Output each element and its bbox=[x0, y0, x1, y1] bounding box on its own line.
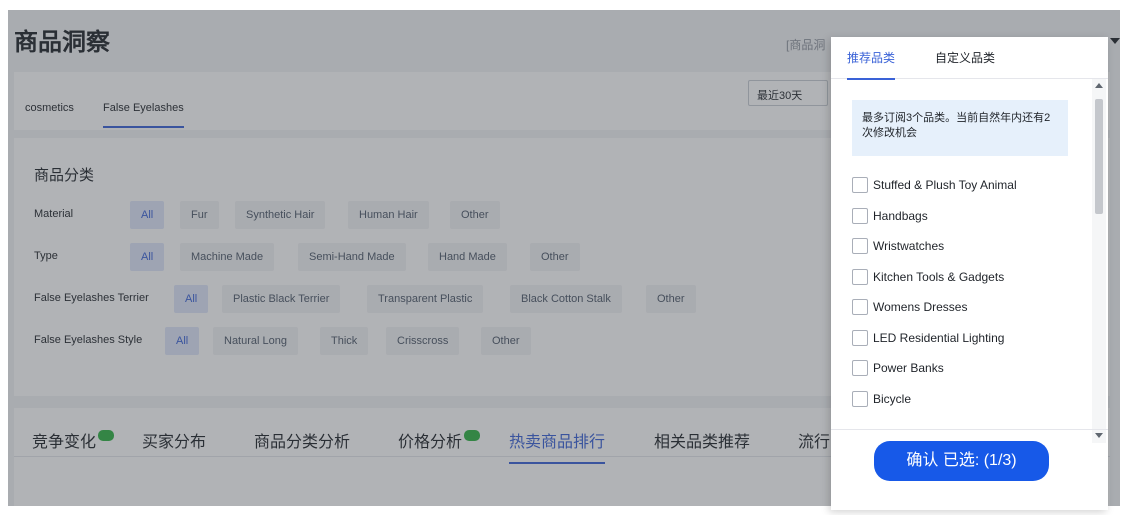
option-wristwatches[interactable]: Wristwatches bbox=[852, 238, 944, 256]
option-womens-dresses[interactable]: Womens Dresses bbox=[852, 299, 967, 317]
option-power-banks[interactable]: Power Banks bbox=[852, 360, 944, 378]
option-label: Kitchen Tools & Gadgets bbox=[873, 270, 1005, 284]
scroll-up-arrow-icon[interactable] bbox=[1095, 83, 1103, 88]
option-label: Wristwatches bbox=[873, 239, 945, 253]
option-label: LED Residential Lighting bbox=[873, 331, 1005, 345]
scroll-down-arrow-icon[interactable] bbox=[1095, 433, 1103, 438]
option-led-lighting[interactable]: LED Residential Lighting bbox=[852, 330, 1004, 348]
option-label: Handbags bbox=[873, 209, 928, 223]
checkbox[interactable] bbox=[852, 177, 868, 193]
option-bicycle[interactable]: Bicycle bbox=[852, 391, 911, 409]
option-handbags[interactable]: Handbags bbox=[852, 208, 928, 226]
checkbox[interactable] bbox=[852, 208, 868, 224]
screen: 商品洞察 [商品洞 cosmetics False Eyelashes 最近30… bbox=[0, 0, 1140, 515]
category-subscription-panel: 推荐品类 自定义品类 最多订阅3个品类。当前自然年内还有2次修改机会 Stuff… bbox=[831, 37, 1108, 510]
scrollbar-thumb[interactable] bbox=[1095, 99, 1103, 214]
option-label: Power Banks bbox=[873, 361, 944, 375]
option-stuffed-plush[interactable]: Stuffed & Plush Toy Animal bbox=[852, 177, 1017, 195]
checkbox[interactable] bbox=[852, 360, 868, 376]
checkbox[interactable] bbox=[852, 269, 868, 285]
option-label: Stuffed & Plush Toy Animal bbox=[873, 178, 1017, 192]
panel-tabs: 推荐品类 自定义品类 bbox=[831, 37, 1108, 80]
tab-recommended-categories[interactable]: 推荐品类 bbox=[847, 49, 896, 80]
confirm-button[interactable]: 确认 已选: (1/3) bbox=[874, 441, 1049, 481]
scrollbar[interactable] bbox=[1092, 79, 1106, 443]
option-label: Womens Dresses bbox=[873, 300, 968, 314]
subscription-notice: 最多订阅3个品类。当前自然年内还有2次修改机会 bbox=[852, 100, 1068, 156]
option-kitchen-tools[interactable]: Kitchen Tools & Gadgets bbox=[852, 269, 1004, 287]
checkbox[interactable] bbox=[852, 330, 868, 346]
panel-body: 最多订阅3个品类。当前自然年内还有2次修改机会 Stuffed & Plush … bbox=[831, 79, 1108, 443]
tab-custom-categories[interactable]: 自定义品类 bbox=[935, 49, 995, 66]
checkbox[interactable] bbox=[852, 391, 868, 407]
checkbox[interactable] bbox=[852, 299, 868, 315]
footer-divider bbox=[831, 429, 1108, 430]
checkbox[interactable] bbox=[852, 238, 868, 254]
option-label: Bicycle bbox=[873, 392, 912, 406]
